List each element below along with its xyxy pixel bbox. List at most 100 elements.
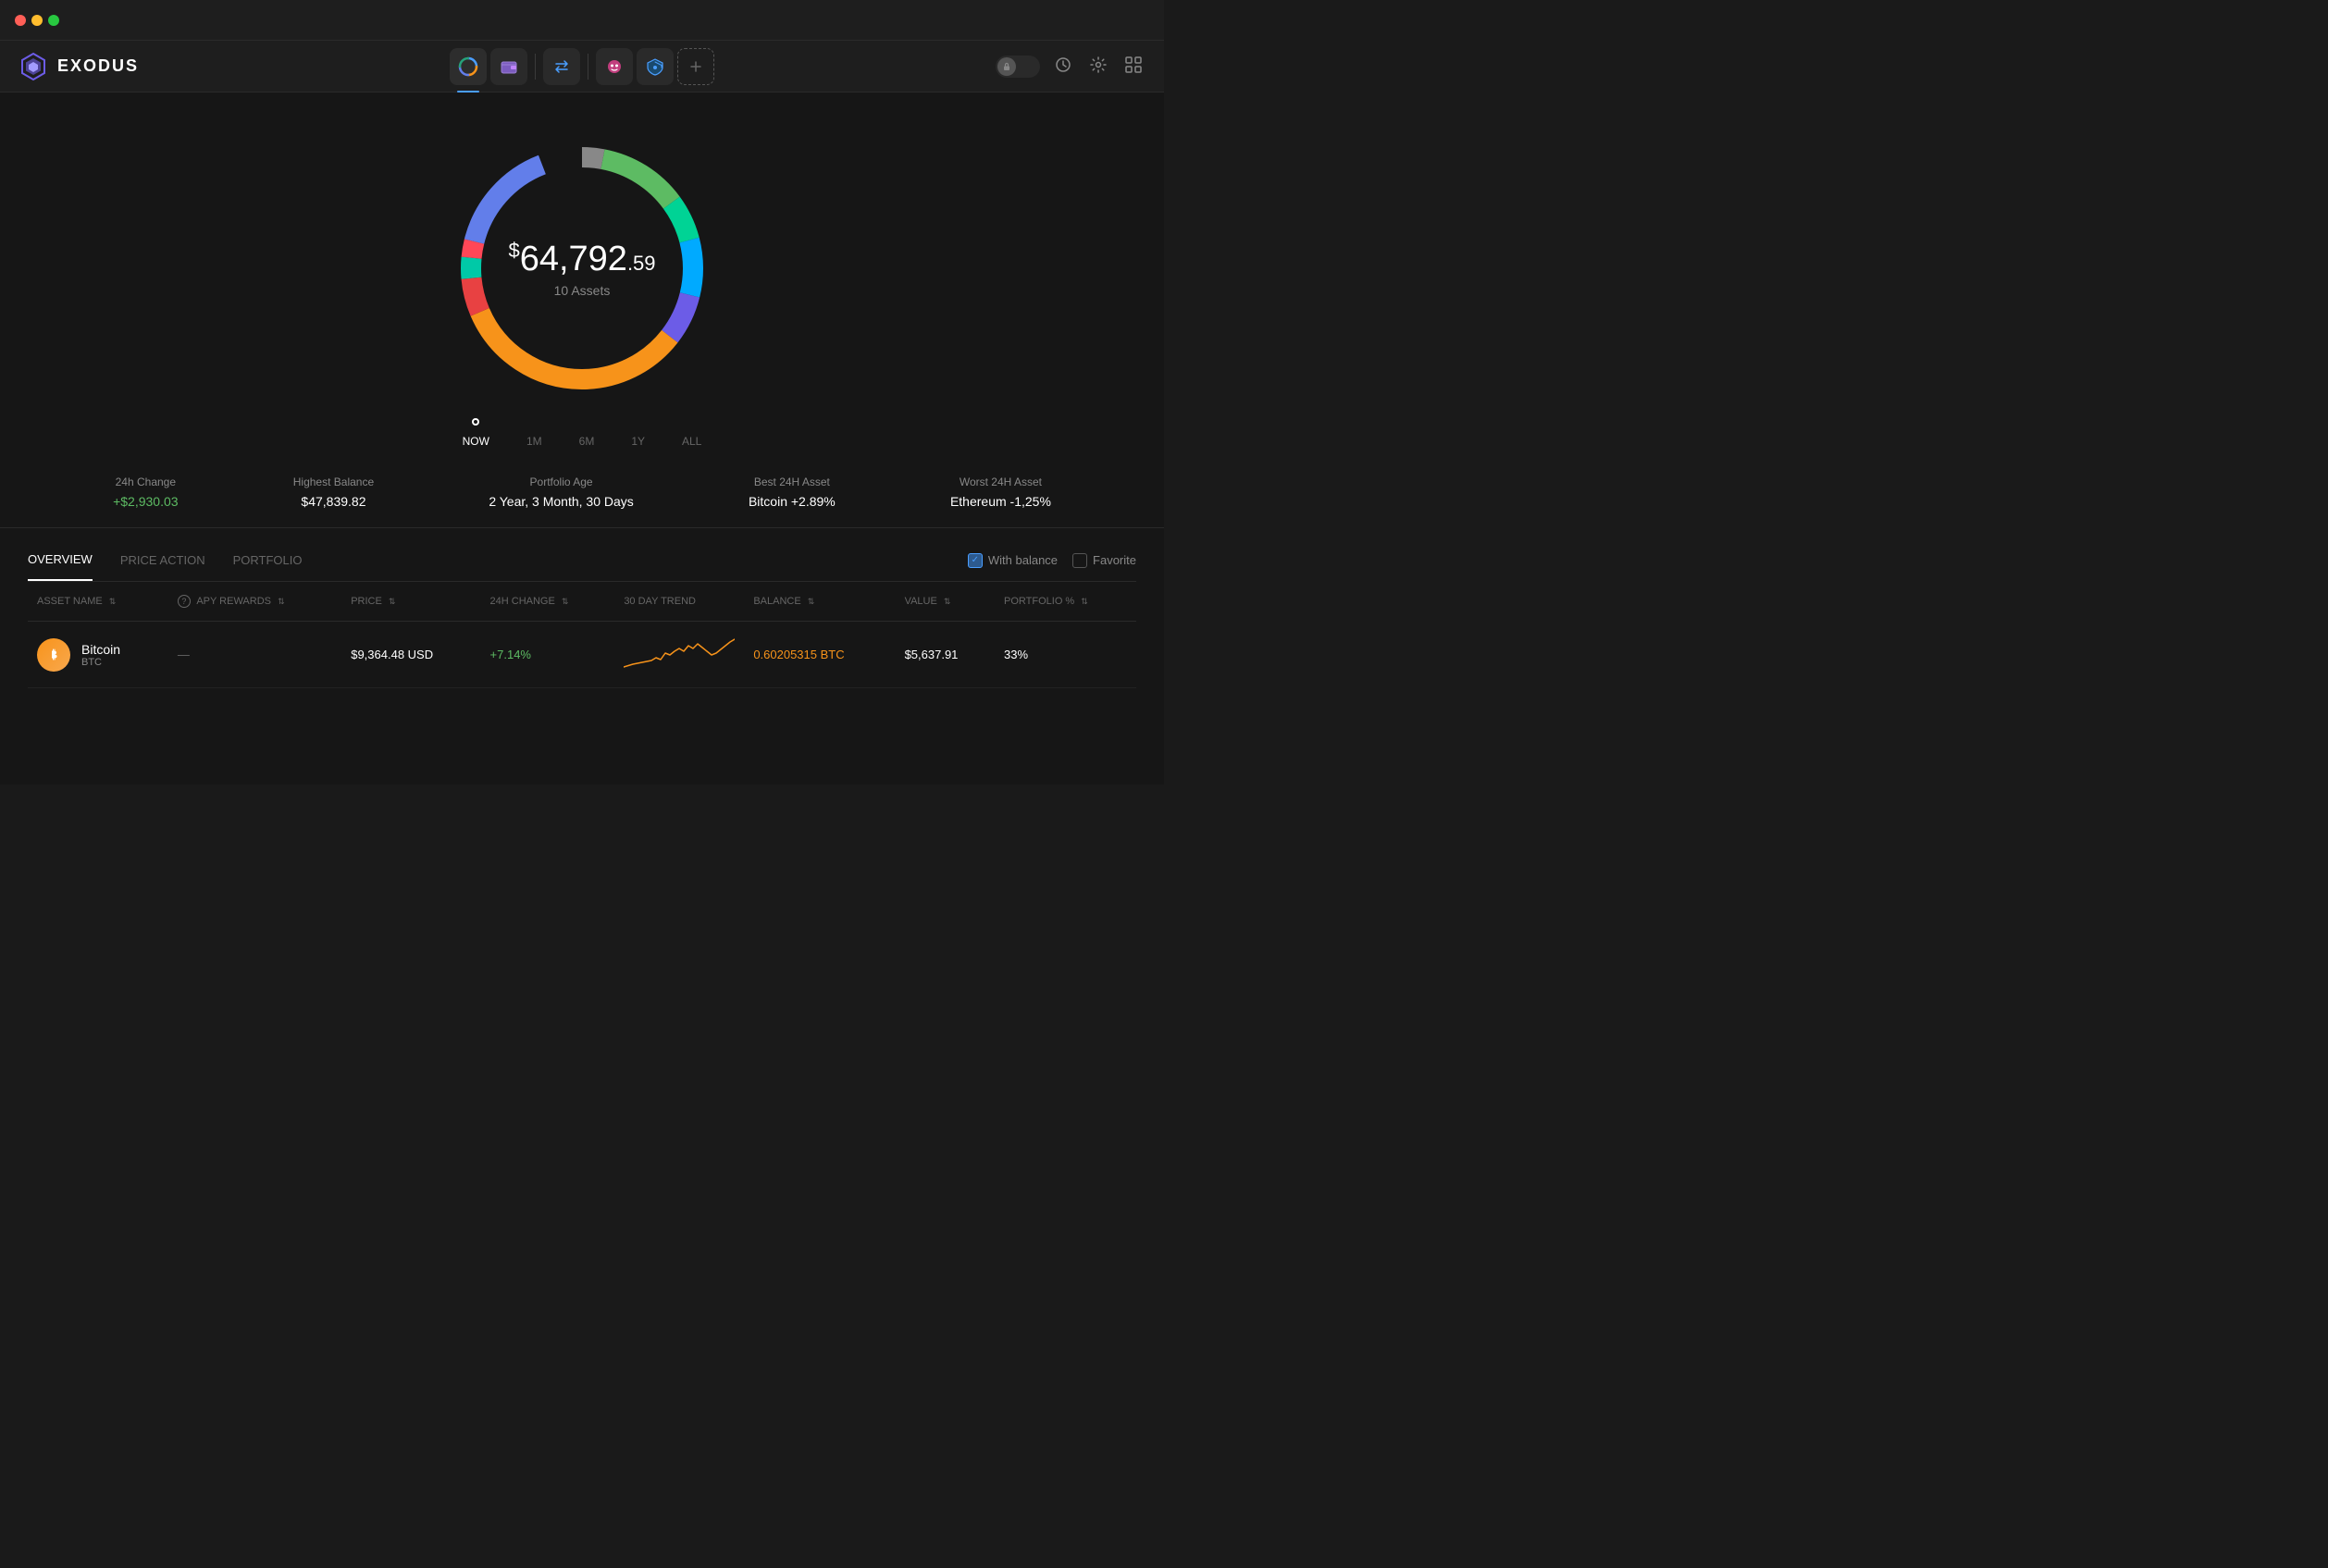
asset-name-inner: Bitcoin BTC <box>37 638 159 672</box>
th-value[interactable]: VALUE ⇅ <box>896 582 995 622</box>
traffic-lights <box>15 15 59 26</box>
asset-apy: — <box>168 622 341 688</box>
donut-center: $64,792.59 10 Assets <box>508 239 655 298</box>
stat-24h-value: +$2,930.03 <box>113 494 178 509</box>
tab-portfolio[interactable]: PORTFOLIO <box>233 553 303 580</box>
checkmark-icon: ✓ <box>972 555 979 565</box>
asset-icon-btc <box>37 638 70 672</box>
asset-name-info: Bitcoin BTC <box>81 642 120 668</box>
nav-center <box>450 48 714 85</box>
asset-price: $9,364.48 USD <box>341 622 480 688</box>
asset-change: +7.14% <box>481 622 615 688</box>
exodus-logo-icon <box>19 52 48 81</box>
stat-worst-asset: Worst 24H Asset Ethereum -1,25% <box>950 475 1051 509</box>
minimize-button[interactable] <box>31 15 43 26</box>
filter-favorite[interactable]: Favorite <box>1072 553 1136 568</box>
th-price[interactable]: PRICE ⇅ <box>341 582 480 622</box>
titlebar <box>0 0 1164 41</box>
table-row[interactable]: Bitcoin BTC — $9,364.48 USD +7.14% 0.602… <box>28 622 1136 688</box>
sort-icon-6: ⇅ <box>944 597 951 606</box>
stat-highest-label: Highest Balance <box>293 475 374 488</box>
filter-with-balance[interactable]: ✓ With balance <box>968 553 1058 568</box>
sort-icon: ⇅ <box>109 597 117 606</box>
timeline-dot <box>472 418 479 426</box>
timeline-now[interactable]: NOW <box>463 435 489 448</box>
th-portfolio-pct[interactable]: PORTFOLIO % ⇅ <box>995 582 1136 622</box>
favorite-label: Favorite <box>1093 553 1136 567</box>
timeline: NOW 1M 6M 1Y ALL <box>463 435 702 457</box>
stat-worst-label: Worst 24H Asset <box>950 475 1051 488</box>
navbar: EXODUS <box>0 41 1164 93</box>
th-balance[interactable]: BALANCE ⇅ <box>744 582 895 622</box>
earn-nav-button[interactable] <box>637 48 674 85</box>
wallet-nav-button[interactable] <box>490 48 527 85</box>
filter-options: ✓ With balance Favorite <box>968 553 1136 581</box>
th-asset-name[interactable]: ASSET NAME ⇅ <box>28 582 168 622</box>
history-button[interactable] <box>1051 53 1075 80</box>
asset-name-cell: Bitcoin BTC <box>28 622 168 688</box>
apps-button[interactable] <box>1121 53 1145 80</box>
companion-nav-button[interactable] <box>596 48 633 85</box>
sort-icon-4: ⇅ <box>562 597 569 606</box>
stats-row: 24h Change +$2,930.03 Highest Balance $4… <box>0 457 1164 528</box>
with-balance-checkbox[interactable]: ✓ <box>968 553 983 568</box>
tab-overview[interactable]: OVERVIEW <box>28 552 93 581</box>
portfolio-amount: $64,792.59 <box>508 239 655 279</box>
close-button[interactable] <box>15 15 26 26</box>
portfolio-icon <box>458 56 478 77</box>
nav-divider <box>535 54 536 80</box>
asset-table: ASSET NAME ⇅ ? APY REWARDS ⇅ PRICE ⇅ 24H… <box>28 582 1136 688</box>
stat-best-label: Best 24H Asset <box>749 475 836 488</box>
earn-icon <box>646 57 664 76</box>
timeline-1y[interactable]: 1Y <box>631 435 645 448</box>
donut-chart: $64,792.59 10 Assets <box>434 120 730 416</box>
sort-icon-5: ⇅ <box>808 597 815 606</box>
stat-portfolio-age: Portfolio Age 2 Year, 3 Month, 30 Days <box>489 475 633 509</box>
bitcoin-symbol <box>44 646 63 664</box>
logo: EXODUS <box>19 52 139 81</box>
stat-best-asset: Best 24H Asset Bitcoin +2.89% <box>749 475 836 509</box>
asset-value: $5,637.91 <box>896 622 995 688</box>
sort-icon-2: ⇅ <box>278 597 285 606</box>
table-tabs: OVERVIEW PRICE ACTION PORTFOLIO ✓ With b… <box>28 537 1136 582</box>
portfolio-section: $64,792.59 10 Assets NOW 1M 6M 1Y ALL 24… <box>0 93 1164 537</box>
lock-icon <box>1002 62 1011 71</box>
history-icon <box>1055 56 1071 73</box>
exchange-icon <box>552 57 571 76</box>
favorite-checkbox[interactable] <box>1072 553 1087 568</box>
with-balance-label: With balance <box>988 553 1058 567</box>
th-apy[interactable]: ? APY REWARDS ⇅ <box>168 582 341 622</box>
lock-toggle[interactable] <box>996 56 1040 78</box>
asset-portfolio-pct: 33% <box>995 622 1136 688</box>
stat-best-value: Bitcoin +2.89% <box>749 494 836 509</box>
add-nav-button[interactable] <box>677 48 714 85</box>
stat-24h-change: 24h Change +$2,930.03 <box>113 475 178 509</box>
nav-right <box>996 53 1145 80</box>
th-24h-change[interactable]: 24H CHANGE ⇅ <box>481 582 615 622</box>
exchange-nav-button[interactable] <box>543 48 580 85</box>
sparkline-chart <box>624 635 735 672</box>
portfolio-nav-button[interactable] <box>450 48 487 85</box>
table-section: OVERVIEW PRICE ACTION PORTFOLIO ✓ With b… <box>0 537 1164 688</box>
timeline-all[interactable]: ALL <box>682 435 701 448</box>
tab-price-action[interactable]: PRICE ACTION <box>120 553 205 580</box>
question-icon[interactable]: ? <box>178 595 191 608</box>
th-30day: 30 DAY TREND <box>614 582 744 622</box>
sort-icon-7: ⇅ <box>1081 597 1088 606</box>
stat-age-label: Portfolio Age <box>489 475 633 488</box>
settings-button[interactable] <box>1086 53 1110 80</box>
companion-icon <box>605 57 624 76</box>
stat-worst-value: Ethereum -1,25% <box>950 494 1051 509</box>
asset-name-text: Bitcoin <box>81 642 120 657</box>
stat-24h-label: 24h Change <box>113 475 178 488</box>
add-icon <box>688 59 703 74</box>
stat-age-value: 2 Year, 3 Month, 30 Days <box>489 494 633 509</box>
stat-highest-value: $47,839.82 <box>293 494 374 509</box>
apps-icon <box>1125 56 1142 73</box>
timeline-6m[interactable]: 6M <box>579 435 595 448</box>
lock-circle <box>997 57 1016 76</box>
wallet-icon <box>500 57 518 76</box>
maximize-button[interactable] <box>48 15 59 26</box>
timeline-1m[interactable]: 1M <box>526 435 542 448</box>
asset-ticker: BTC <box>81 657 120 668</box>
